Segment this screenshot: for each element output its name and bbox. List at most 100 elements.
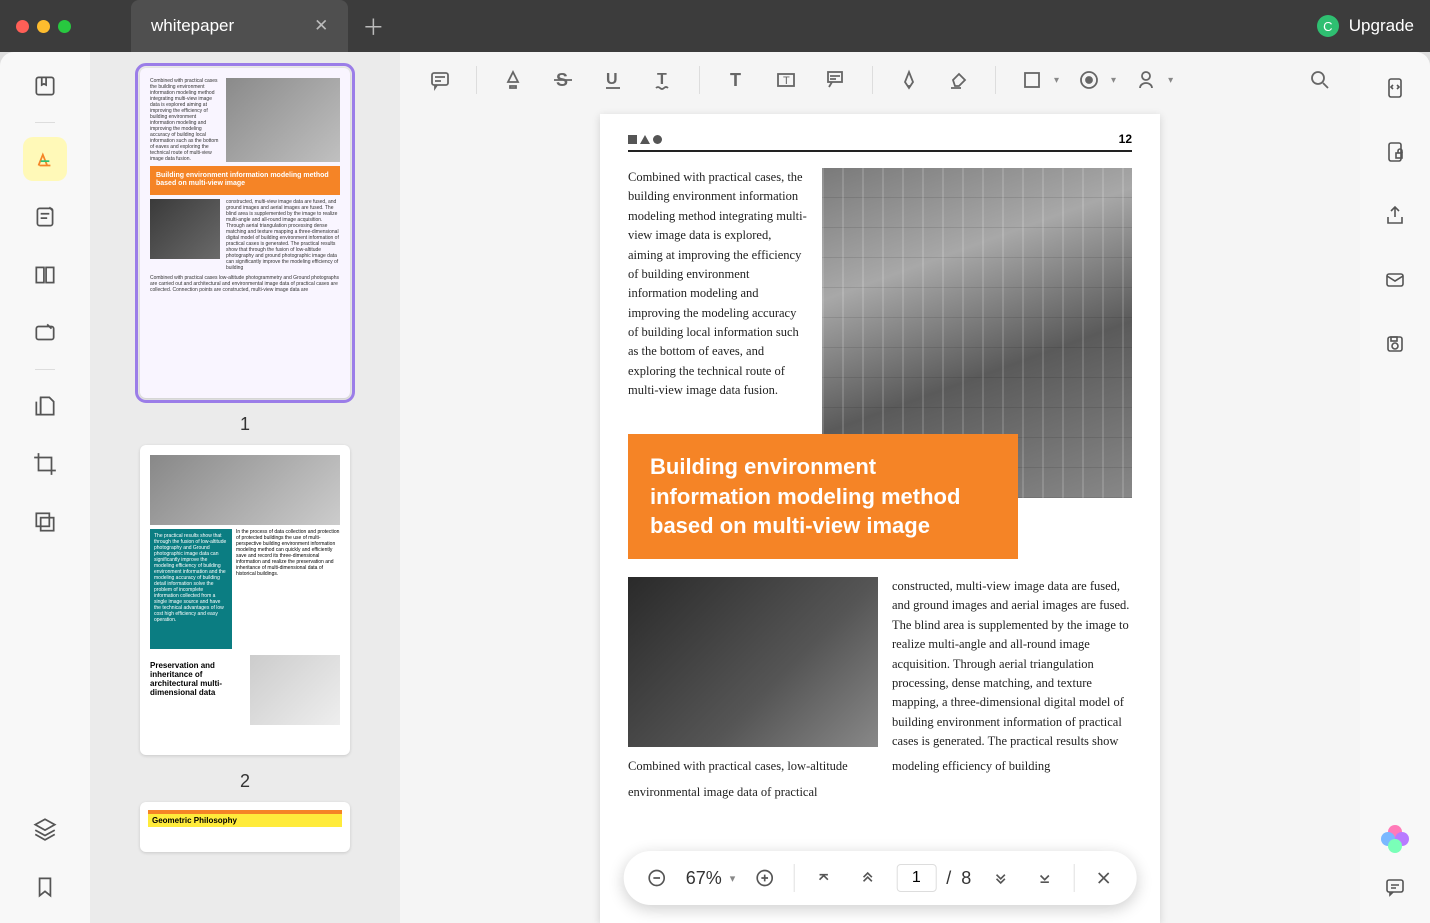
body-paragraph: constructed, multi-view image data are f… (892, 577, 1132, 751)
upgrade-button[interactable]: Upgrade (1349, 16, 1414, 36)
thumb-text: Combined with practical cases low-altitu… (150, 275, 340, 293)
callout-tool-button[interactable] (816, 60, 856, 100)
zoom-level-dropdown[interactable]: 67%▾ (686, 868, 736, 889)
zoom-in-button[interactable] (749, 863, 779, 893)
email-button[interactable] (1373, 258, 1417, 302)
close-tab-icon[interactable]: ✕ (314, 16, 328, 36)
thumb-number: 2 (240, 771, 250, 792)
bookmarks-panel-button[interactable] (23, 64, 67, 108)
thumb-text: constructed, multi-view image data are f… (226, 199, 340, 271)
document-tab[interactable]: whitepaper ✕ (131, 0, 348, 52)
thumb-callout: The practical results show that through … (150, 529, 232, 649)
underline-button[interactable]: U (593, 60, 633, 100)
highlight-tool-button[interactable] (23, 137, 67, 181)
add-tab-icon[interactable]: ＋ (362, 10, 384, 42)
comment-tool-button[interactable] (420, 60, 460, 100)
page-header-shapes-icon (628, 132, 662, 146)
upgrade-area: C Upgrade (1317, 15, 1414, 37)
note-tool-button[interactable] (23, 195, 67, 239)
close-bar-button[interactable] (1088, 863, 1118, 893)
separator (995, 66, 996, 94)
text-tool-button[interactable]: T (716, 60, 756, 100)
extract-tool-button[interactable] (23, 500, 67, 544)
current-page-input[interactable] (896, 864, 936, 892)
separator (35, 369, 55, 370)
view-controls-bar: 67%▾ / 8 (624, 851, 1137, 905)
first-page-button[interactable] (808, 863, 838, 893)
thumbnail-page-1[interactable]: Combined with practical cases the buildi… (140, 68, 350, 398)
chat-button[interactable] (1373, 865, 1417, 909)
highlight-marker-button[interactable] (493, 60, 533, 100)
maximize-window-icon[interactable] (58, 20, 71, 33)
separator (35, 122, 55, 123)
svg-text:T: T (783, 75, 790, 87)
thumb-text: In the process of data collection and pr… (236, 529, 340, 649)
search-button[interactable] (1300, 60, 1340, 100)
thumb-image (150, 455, 340, 525)
thumb-text: Combined with practical cases the buildi… (150, 78, 220, 162)
article-title-banner: Building environment information modelin… (628, 434, 1018, 559)
thumb-image (226, 78, 340, 162)
app-logo-icon[interactable] (1381, 825, 1409, 853)
layers-button[interactable] (23, 807, 67, 851)
thumb-image (150, 199, 220, 259)
separator (793, 864, 794, 892)
total-pages: 8 (961, 868, 971, 889)
signature-tool-dropdown[interactable]: ▾ (1126, 60, 1173, 100)
body-paragraph: modeling efficiency of building (892, 757, 1132, 776)
separator (872, 66, 873, 94)
center-panel: S U T T T ▾ ▾ ▾ 12 (400, 52, 1360, 923)
zoom-out-button[interactable] (642, 863, 672, 893)
pages-tool-button[interactable] (23, 384, 67, 428)
shape-tool-dropdown[interactable]: ▾ (1012, 60, 1059, 100)
user-avatar[interactable]: C (1317, 15, 1339, 37)
convert-button[interactable] (1373, 66, 1417, 110)
thumb-image (250, 655, 340, 725)
last-page-button[interactable] (1029, 863, 1059, 893)
svg-text:T: T (730, 70, 741, 90)
pen-tool-button[interactable] (889, 60, 929, 100)
page-separator: / (946, 868, 951, 889)
left-toolbar (0, 52, 90, 923)
thumb-number: 1 (240, 414, 250, 435)
textbox-tool-button[interactable]: T (766, 60, 806, 100)
separator (1073, 864, 1074, 892)
minimize-window-icon[interactable] (37, 20, 50, 33)
edit-tool-button[interactable] (23, 311, 67, 355)
titlebar: whitepaper ✕ ＋ C Upgrade (0, 0, 1430, 52)
thumbnails-panel: Combined with practical cases the buildi… (90, 52, 400, 923)
next-page-button[interactable] (985, 863, 1015, 893)
eraser-tool-button[interactable] (939, 60, 979, 100)
right-toolbar (1360, 52, 1430, 923)
save-button[interactable] (1373, 322, 1417, 366)
separator (476, 66, 477, 94)
body-paragraph: Combined with practical cases, low-altit… (628, 757, 878, 776)
share-button[interactable] (1373, 194, 1417, 238)
separator (699, 66, 700, 94)
body-paragraph: environmental image data of practical (628, 783, 878, 802)
strikethrough-button[interactable]: S (543, 60, 583, 100)
person-at-computer-image (628, 577, 878, 747)
crop-tool-button[interactable] (23, 442, 67, 486)
thumbnail-page-2[interactable]: The practical results show that through … (140, 445, 350, 755)
thumb-heading: Geometric Philosophy (148, 810, 342, 827)
squiggly-button[interactable]: T (643, 60, 683, 100)
annotation-toolbar: S U T T T ▾ ▾ ▾ (400, 52, 1360, 108)
stamp-tool-dropdown[interactable]: ▾ (1069, 60, 1116, 100)
close-window-icon[interactable] (16, 20, 29, 33)
zoom-value: 67% (686, 868, 722, 889)
document-canvas[interactable]: 12 Combined with practical cases, the bu… (400, 108, 1360, 923)
svg-text:U: U (606, 71, 618, 88)
bookmark-button[interactable] (23, 865, 67, 909)
protect-button[interactable] (1373, 130, 1417, 174)
window-controls (16, 20, 71, 33)
tab-title: whitepaper (151, 16, 234, 36)
page-number: 12 (1119, 132, 1132, 146)
thumbnail-page-3[interactable]: Geometric Philosophy (140, 802, 350, 852)
svg-text:T: T (657, 71, 667, 88)
compare-tool-button[interactable] (23, 253, 67, 297)
app-body: Combined with practical cases the buildi… (0, 52, 1430, 923)
previous-page-button[interactable] (852, 863, 882, 893)
page-indicator: / 8 (896, 864, 971, 892)
document-page: 12 Combined with practical cases, the bu… (600, 114, 1160, 923)
